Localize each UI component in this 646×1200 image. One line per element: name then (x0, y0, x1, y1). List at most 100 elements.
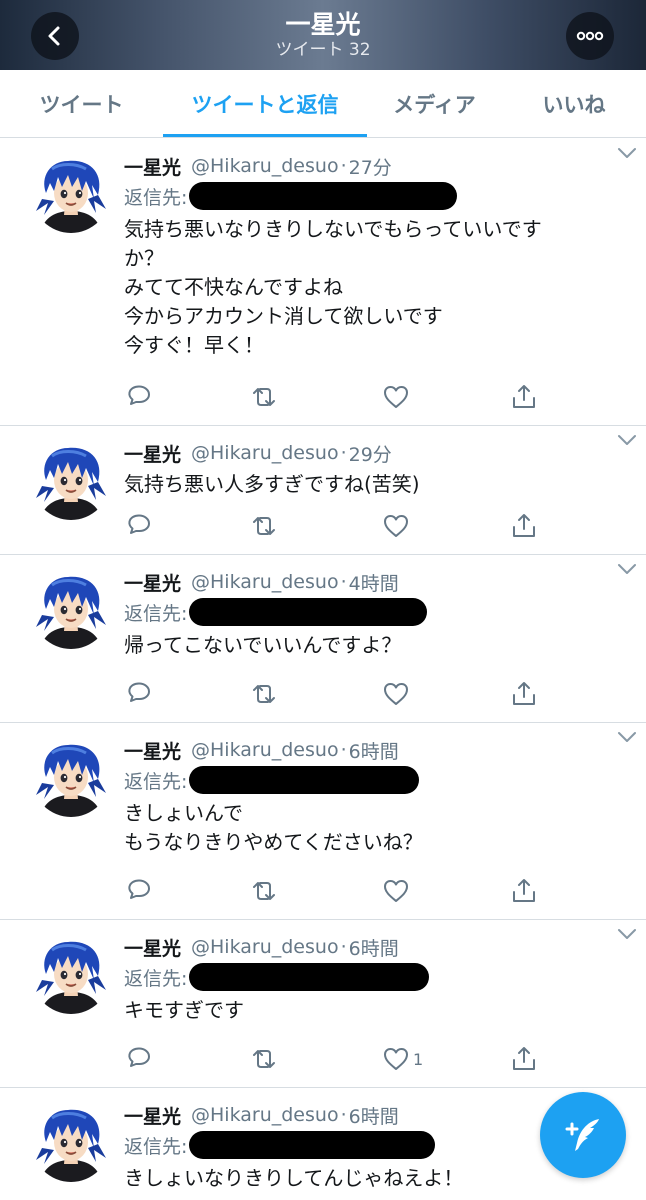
share-button[interactable] (509, 1044, 539, 1074)
separator-dot: · (340, 155, 347, 177)
tweet[interactable]: 一星光 @Hikaru_desuo · 27分 返信先: 気持ち悪いなりきりしな… (0, 139, 646, 426)
back-button[interactable] (31, 12, 79, 60)
author-handle[interactable]: @Hikaru_desuo (191, 739, 339, 761)
profile-tabs: ツイート ツイートと返信 メディア いいね (0, 70, 646, 138)
avatar[interactable] (32, 936, 110, 1014)
like-button[interactable]: 1 (381, 1044, 423, 1074)
reply-to-label: 返信先: (124, 770, 188, 793)
author-handle[interactable]: @Hikaru_desuo (191, 155, 339, 177)
like-button[interactable] (381, 382, 411, 412)
character-portrait (32, 155, 110, 233)
tweet[interactable]: 一星光 @Hikaru_desuo · 4時間 返信先: 帰ってこないでいいんで… (0, 555, 646, 723)
tweet-actions (124, 876, 544, 906)
tweet-text: 気持ち悪いなりきりしないでもらっていいです か？ みてて不快なんですよね 今から… (124, 217, 542, 357)
reply-icon (128, 682, 150, 702)
share-icon (513, 1047, 535, 1070)
like-button[interactable] (381, 679, 411, 709)
tweet-text: 帰ってこないでいいんですよ？ (124, 633, 402, 657)
reply-button[interactable] (124, 1044, 154, 1074)
timestamp[interactable]: 4時間 (349, 569, 399, 596)
tweet[interactable]: 一星光 @Hikaru_desuo · 29分 気持ち悪い人多すぎですね(苦笑) (0, 426, 646, 555)
retweet-button[interactable] (249, 1044, 279, 1074)
retweet-button[interactable] (249, 382, 279, 412)
tab-tweets[interactable]: ツイート (0, 70, 163, 138)
chevron-down-icon[interactable] (616, 432, 638, 451)
separator-dot: · (340, 1104, 347, 1126)
share-icon (513, 682, 535, 705)
retweet-button[interactable] (249, 679, 279, 709)
separator-dot: · (340, 936, 347, 958)
retweet-icon (253, 1050, 275, 1068)
avatar[interactable] (32, 155, 110, 233)
reply-icon (128, 879, 150, 899)
reply-button[interactable] (124, 511, 154, 541)
author-handle[interactable]: @Hikaru_desuo (191, 936, 339, 958)
tab-likes[interactable]: いいね (502, 70, 646, 138)
retweet-button[interactable] (249, 876, 279, 906)
redacted-mention (189, 963, 430, 991)
share-button[interactable] (509, 876, 539, 906)
character-portrait (32, 571, 110, 649)
reply-button[interactable] (124, 679, 154, 709)
chevron-down-icon[interactable] (616, 145, 638, 164)
author-name[interactable]: 一星光 (124, 569, 181, 596)
reply-button[interactable] (124, 876, 154, 906)
character-portrait (32, 739, 110, 817)
author-name[interactable]: 一星光 (124, 153, 181, 180)
chevron-down-icon[interactable] (616, 926, 638, 945)
share-icon (513, 514, 535, 537)
redacted-mention (189, 1131, 436, 1159)
chevron-down-icon[interactable] (616, 729, 638, 748)
share-button[interactable] (509, 382, 539, 412)
retweet-icon (253, 388, 275, 406)
reply-to-label: 返信先: (124, 1135, 188, 1158)
like-button[interactable] (381, 511, 411, 541)
timestamp[interactable]: 6時間 (349, 1102, 399, 1129)
author-handle[interactable]: @Hikaru_desuo (191, 571, 339, 593)
compose-icon (565, 1119, 599, 1151)
reply-icon (128, 385, 150, 405)
timestamp[interactable]: 27分 (349, 153, 392, 180)
share-button[interactable] (509, 511, 539, 541)
avatar[interactable] (32, 739, 110, 817)
tab-media[interactable]: メディア (367, 70, 502, 138)
avatar[interactable] (32, 442, 110, 520)
timestamp[interactable]: 6時間 (349, 934, 399, 961)
author-handle[interactable]: @Hikaru_desuo (191, 1104, 339, 1126)
tweet[interactable]: 一星光 @Hikaru_desuo · 6時間 返信先: キモすぎです 1 (0, 920, 646, 1088)
author-name[interactable]: 一星光 (124, 934, 181, 961)
chevron-down-icon[interactable] (616, 561, 638, 580)
avatar[interactable] (32, 1104, 110, 1182)
tab-tweets-and-replies[interactable]: ツイートと返信 (163, 70, 367, 138)
tweet-text: 気持ち悪い人多すぎですね(苦笑) (124, 472, 420, 496)
retweet-button[interactable] (249, 511, 279, 541)
author-handle[interactable]: @Hikaru_desuo (191, 442, 339, 464)
compose-tweet-button[interactable] (540, 1092, 626, 1178)
share-icon (513, 385, 535, 408)
profile-header: 一星光 ツイート 32 (0, 0, 646, 70)
share-icon (513, 879, 535, 902)
tweet-actions: 1 (124, 1044, 544, 1074)
heart-icon (384, 683, 408, 705)
author-name[interactable]: 一星光 (124, 440, 181, 467)
tweet-text: きしょいなりきりしてんじゃねえよ！ (124, 1166, 464, 1190)
redacted-mention (189, 598, 428, 626)
reply-to-label: 返信先: (124, 967, 188, 990)
tweet-actions (124, 679, 544, 709)
heart-icon (384, 515, 408, 537)
avatar[interactable] (32, 571, 110, 649)
character-portrait (32, 936, 110, 1014)
reply-button[interactable] (124, 382, 154, 412)
timestamp[interactable]: 29分 (349, 440, 392, 467)
tweet-text: キモすぎです (124, 998, 244, 1022)
timestamp[interactable]: 6時間 (349, 737, 399, 764)
tweet[interactable]: 一星光 @Hikaru_desuo · 6時間 返信先: きしょいんで もうなり… (0, 723, 646, 920)
retweet-icon (253, 685, 275, 703)
share-button[interactable] (509, 679, 539, 709)
author-name[interactable]: 一星光 (124, 1102, 181, 1129)
author-name[interactable]: 一星光 (124, 737, 181, 764)
tweet-text: きしょいんで もうなりきりやめてくださいね？ (124, 801, 423, 854)
more-button[interactable] (566, 12, 614, 60)
like-button[interactable] (381, 876, 411, 906)
separator-dot: · (340, 442, 347, 464)
